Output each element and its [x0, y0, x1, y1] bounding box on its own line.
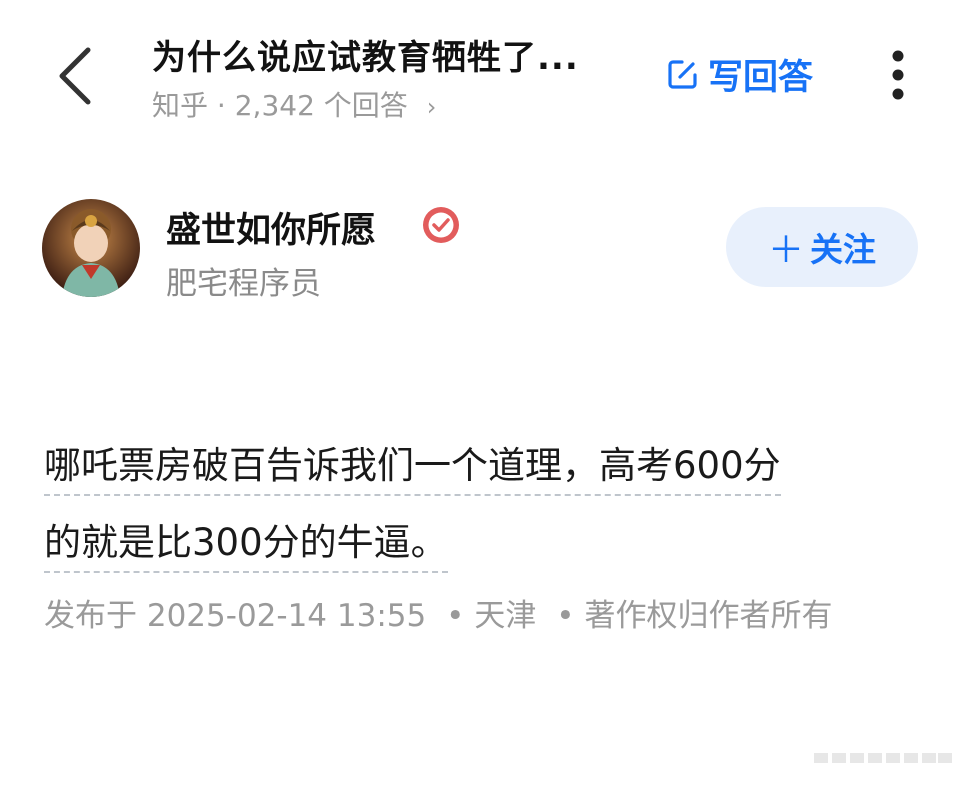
watermark-pattern — [814, 753, 952, 763]
write-answer-button[interactable]: 写回答 — [666, 50, 813, 98]
plus-icon: ＋ — [767, 230, 804, 271]
answer-text-line: 的就是比300分的牛逼。 — [44, 515, 448, 573]
back-button[interactable] — [50, 40, 106, 110]
publish-info: 发布于 2025-02-14 13:55 • 天津 • 著作权归作者所有 — [44, 590, 833, 635]
answer-text-line: 哪吒票房破百告诉我们一个道理，高考600分 — [44, 438, 781, 496]
more-button[interactable] — [880, 48, 916, 102]
dot-separator: • — [446, 598, 465, 634]
chevron-left-icon — [59, 47, 91, 105]
author-bio: 肥宅程序员 — [166, 266, 321, 302]
meta-separator: · — [216, 89, 235, 122]
chevron-right-icon: › — [426, 93, 437, 121]
location: 天津 — [474, 598, 537, 634]
edit-icon — [668, 60, 697, 89]
follow-button[interactable]: ＋ 关注 — [726, 207, 918, 287]
write-answer-label: 写回答 — [708, 57, 814, 98]
avatar-image — [42, 199, 140, 297]
more-vertical-icon — [892, 50, 904, 100]
published-datetime: 2025-02-14 13:55 — [146, 598, 427, 634]
published-prefix: 发布于 — [44, 598, 137, 634]
dot-separator: • — [556, 598, 575, 634]
author-name[interactable]: 盛世如你所愿 — [166, 202, 376, 253]
answer-count: 2,342 个回答 — [234, 89, 408, 122]
source-label: 知乎 — [152, 89, 209, 122]
answer-content: 哪吒票房破百告诉我们一个道理，高考600分 的就是比300分的牛逼。 — [44, 431, 914, 585]
question-meta[interactable]: 知乎 · 2,342 个回答 › — [152, 84, 436, 124]
question-title[interactable]: 为什么说应试教育牺牲了... — [152, 30, 579, 79]
follow-label: 关注 — [810, 230, 876, 269]
avatar[interactable] — [42, 199, 140, 297]
copyright-notice: 著作权归作者所有 — [584, 598, 833, 634]
verified-badge-icon — [421, 205, 461, 245]
